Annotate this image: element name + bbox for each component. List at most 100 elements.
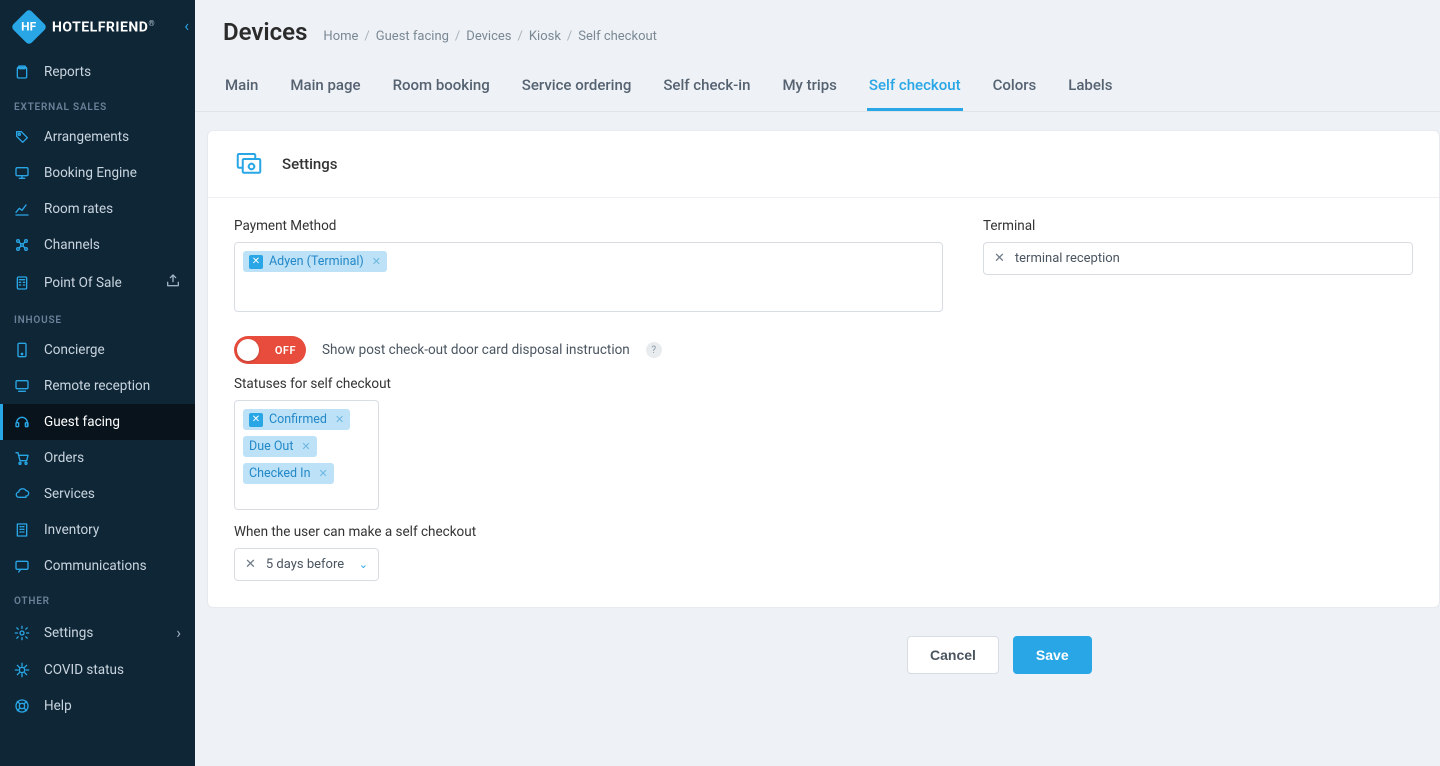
calc-icon [14, 275, 30, 291]
sidebar-item-concierge[interactable]: Concierge [0, 332, 195, 368]
nodes-icon [14, 237, 30, 253]
page-header: Devices Home/Guest facing/Devices/Kiosk/… [195, 0, 1440, 56]
sidebar-item-point-of-sale[interactable]: Point Of Sale [0, 263, 195, 303]
sidebar-section-title: INHOUSE [0, 303, 195, 332]
chart-icon [14, 201, 30, 217]
sidebar-item-label: Remote reception [44, 378, 150, 394]
clear-icon[interactable]: ✕ [994, 251, 1005, 266]
sidebar-item-label: Arrangements [44, 129, 129, 145]
tab-main[interactable]: Main [223, 64, 260, 111]
chat-icon [14, 558, 30, 574]
brand-name: HOTELFRIEND® [52, 19, 155, 36]
cloud-icon [14, 486, 30, 502]
help-icon[interactable]: ? [646, 342, 662, 358]
save-button[interactable]: Save [1013, 636, 1092, 674]
sidebar-item-orders[interactable]: Orders [0, 440, 195, 476]
clipboard-icon [14, 64, 30, 80]
cancel-button[interactable]: Cancel [907, 636, 999, 674]
sidebar-item-label: Room rates [44, 201, 113, 217]
tag-remove-icon[interactable]: ✕ [319, 467, 328, 480]
tag[interactable]: ✕ Adyen (Terminal) ✕ [243, 251, 387, 272]
tag-label: Due Out [249, 439, 293, 454]
when-value: 5 days before [266, 557, 344, 572]
sidebar-item-communications[interactable]: Communications [0, 548, 195, 584]
collapse-sidebar-icon[interactable]: ‹ [184, 16, 189, 35]
tag-remove-icon[interactable]: ✕ [372, 255, 381, 268]
tab-room-booking[interactable]: Room booking [391, 64, 492, 111]
cart-icon [14, 450, 30, 466]
breadcrumb-link[interactable]: Kiosk [529, 29, 561, 44]
breadcrumb-link[interactable]: Self checkout [578, 29, 657, 44]
building-icon [14, 522, 30, 538]
tab-self-checkout[interactable]: Self checkout [867, 64, 963, 111]
sidebar-item-label: Reports [44, 64, 91, 80]
sidebar-scroll[interactable]: Reports EXTERNAL SALES Arrangements Bookin… [0, 54, 195, 766]
brand[interactable]: HF HOTELFRIEND® ‹ [0, 0, 195, 54]
sidebar-item-inventory[interactable]: Inventory [0, 512, 195, 548]
disposal-instruction-toggle[interactable]: OFF [234, 336, 306, 364]
sidebar-item-remote-reception[interactable]: Remote reception [0, 368, 195, 404]
tab-service-ordering[interactable]: Service ordering [520, 64, 634, 111]
tag-label: Adyen (Terminal) [269, 254, 364, 269]
sidebar-item-room-rates[interactable]: Room rates [0, 191, 195, 227]
sidebar-item-label: Communications [44, 558, 147, 574]
sidebar-item-help[interactable]: Help [0, 688, 195, 724]
tab-colors[interactable]: Colors [991, 64, 1039, 111]
clear-icon[interactable]: ✕ [245, 557, 256, 572]
sidebar-item-label: Guest facing [44, 414, 120, 430]
sidebar-item-label: Settings [44, 625, 93, 641]
payment-method-label: Payment Method [234, 218, 943, 234]
tag-icon [14, 129, 30, 145]
form-actions: Cancel Save [207, 624, 1440, 674]
statuses-input[interactable]: ✕Confirmed✕Due Out✕Checked In✕ [234, 400, 379, 510]
sidebar-item-services[interactable]: Services [0, 476, 195, 512]
breadcrumb-link[interactable]: Devices [466, 29, 511, 44]
sidebar-item-arrangements[interactable]: Arrangements [0, 119, 195, 155]
tab-my-trips[interactable]: My trips [780, 64, 838, 111]
phone-icon [14, 342, 30, 358]
card-header: Settings [208, 131, 1439, 198]
terminal-label: Terminal [983, 218, 1413, 234]
sidebar-item-channels[interactable]: Channels [0, 227, 195, 263]
headset-icon [14, 414, 30, 430]
sidebar-item-label: Channels [44, 237, 100, 253]
when-select[interactable]: ✕ 5 days before ⌄ [234, 548, 379, 581]
tab-main-page[interactable]: Main page [288, 64, 362, 111]
sidebar-item-label: Services [44, 486, 95, 502]
lifebuoy-icon [14, 698, 30, 714]
sidebar-item-reports[interactable]: Reports [0, 54, 195, 90]
tab-labels[interactable]: Labels [1066, 64, 1114, 111]
when-label: When the user can make a self checkout [234, 524, 1413, 540]
sidebar: HF HOTELFRIEND® ‹ Reports EXTERNAL SALES… [0, 0, 195, 766]
chevron-right-icon: › [176, 623, 181, 642]
tag-remove-icon[interactable]: ✕ [335, 413, 344, 426]
sidebar-item-label: Point Of Sale [44, 275, 122, 291]
tag[interactable]: ✕Confirmed✕ [243, 409, 350, 430]
tag[interactable]: Checked In✕ [243, 463, 334, 484]
gear-icon [14, 625, 30, 641]
tag-label: Confirmed [269, 412, 327, 427]
content: Settings Payment Method ✕ Adyen (Terminal… [195, 130, 1440, 674]
tab-self-check-in[interactable]: Self check-in [661, 64, 752, 111]
sidebar-item-guest-facing[interactable]: Guest facing [0, 404, 195, 440]
payment-method-input[interactable]: ✕ Adyen (Terminal) ✕ [234, 242, 943, 312]
statuses-label: Statuses for self checkout [234, 376, 1413, 392]
toggle-text: Show post check-out door card disposal i… [322, 342, 630, 358]
sidebar-item-settings[interactable]: Settings › [0, 613, 195, 652]
breadcrumb-link[interactable]: Guest facing [376, 29, 449, 44]
share-icon[interactable] [165, 273, 181, 293]
sidebar-item-booking-engine[interactable]: Booking Engine [0, 155, 195, 191]
main: Devices Home/Guest facing/Devices/Kiosk/… [195, 0, 1440, 766]
monitor-icon [14, 165, 30, 181]
sidebar-item-covid-status[interactable]: COVID status [0, 652, 195, 688]
sidebar-section-title: EXTERNAL SALES [0, 90, 195, 119]
breadcrumb: Home/Guest facing/Devices/Kiosk/Self che… [323, 29, 656, 44]
tag[interactable]: Due Out ✕ [243, 436, 317, 457]
tag-square-icon: ✕ [249, 255, 263, 269]
terminal-select[interactable]: ✕ terminal reception [983, 242, 1413, 275]
card-title: Settings [282, 155, 338, 173]
tag-remove-icon[interactable]: ✕ [301, 440, 310, 453]
virus-icon [14, 662, 30, 678]
breadcrumb-link[interactable]: Home [323, 29, 358, 44]
sidebar-section-title: OTHER [0, 584, 195, 613]
